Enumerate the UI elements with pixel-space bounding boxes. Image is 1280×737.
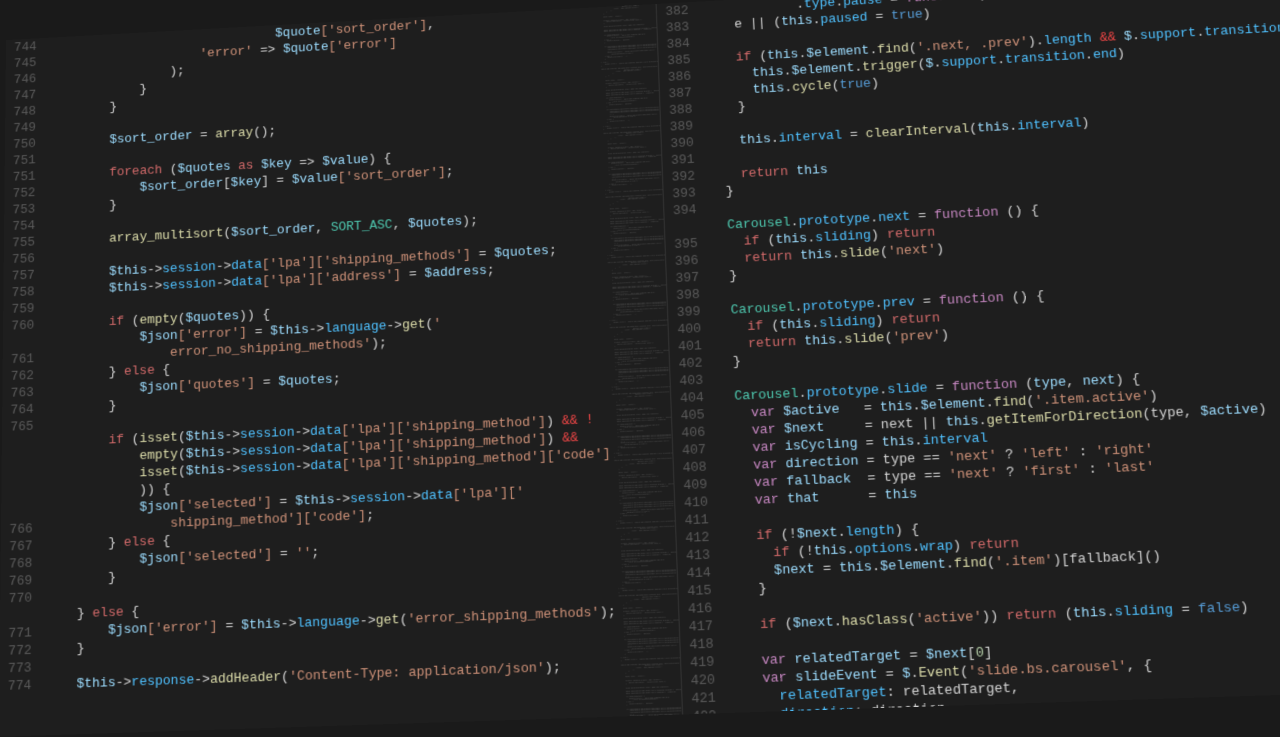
code-content-right[interactable]: .type.pause = function (e) { 'prev', thi… [698,0,1280,713]
line-number: 397 [672,269,699,287]
line-number: 389 [667,118,694,136]
line-gutter-left: 7447457467477487497507517517527537547557… [0,38,46,737]
line-number: 765 [8,418,34,436]
line-number [670,218,697,236]
line-number: 763 [8,384,34,402]
line-number: 760 [9,317,34,335]
line-number: 764 [8,401,34,419]
editor-pane-right: 382383384385386387388389390391392393394 … [656,0,1280,714]
line-number: 772 [6,642,32,660]
line-number: 395 [671,235,698,253]
line-number: 417 [686,617,714,636]
line-number: 774 [5,677,31,695]
line-number: 761 [9,350,35,368]
line-number [9,333,34,351]
line-number: 419 [687,653,715,672]
line-number: 766 [7,520,33,538]
line-number: 390 [667,134,694,152]
line-number: 751 [10,168,35,186]
line-number: 755 [10,234,35,252]
line-number: 401 [675,337,702,355]
line-number: 756 [10,250,35,268]
line-number: 407 [679,441,706,460]
line-number: 762 [8,367,34,385]
line-number: 754 [10,217,35,235]
line-number: 403 [676,372,703,390]
line-number: 402 [676,354,703,372]
line-number: 398 [673,286,700,304]
line-number [7,503,33,521]
line-number: 415 [684,582,712,601]
line-number [7,452,33,470]
line-number: 752 [10,184,35,202]
line-number: 394 [670,201,697,219]
line-number: 771 [6,624,32,642]
line-number: 412 [682,528,710,547]
line-number: 757 [9,267,34,285]
editor-pane-left: 7447457467477487497507517517527537547557… [0,4,683,737]
line-number: 409 [680,476,707,495]
line-number: 406 [678,423,705,441]
line-number: 399 [674,303,701,321]
line-number: 420 [688,671,716,690]
line-number [7,486,33,504]
line-number: 753 [10,201,35,219]
line-number: 408 [680,458,707,477]
line-number [6,607,32,625]
line-number: 396 [672,252,699,270]
line-number: 384 [664,35,691,53]
line-number: 383 [663,19,690,37]
line-number: 385 [664,51,691,69]
line-number: 747 [11,87,36,105]
line-number: 413 [683,546,711,565]
line-number: 387 [665,84,692,102]
line-number: 769 [6,572,32,590]
line-number: 404 [677,389,704,407]
line-number: 393 [669,184,696,202]
line-number: 758 [9,283,34,301]
line-number: 411 [682,511,710,530]
editor-viewport: 7447457467477487497507517517527537547557… [0,0,1280,737]
line-number: 768 [6,555,32,573]
code-content-left[interactable]: $quote['sort_order'], 'error' => $quote[… [41,7,619,735]
line-number: 388 [666,101,693,119]
line-number: 746 [11,71,36,88]
line-number [7,469,33,487]
line-number: 749 [11,119,36,137]
line-number: 759 [9,300,34,318]
line-number: 770 [6,589,32,607]
line-number: 421 [688,689,716,708]
line-number: 767 [7,537,33,555]
line-number: 400 [674,320,701,338]
line-number: 751 [10,152,35,170]
line-number [8,435,34,453]
line-number: 386 [665,68,692,86]
line-number: 391 [668,151,695,169]
line-number: 773 [5,659,31,677]
line-number: 748 [11,103,36,121]
line-number: 750 [11,135,36,153]
line-number: 414 [684,564,712,583]
line-number: 392 [669,168,696,186]
line-number: 418 [686,635,714,654]
line-number: 382 [662,2,689,20]
line-number: 410 [681,493,708,512]
line-number: 744 [12,38,37,55]
line-number: 422 [689,707,717,714]
line-number: 745 [11,54,36,71]
line-number: 416 [685,599,713,618]
line-number: 405 [678,406,705,424]
